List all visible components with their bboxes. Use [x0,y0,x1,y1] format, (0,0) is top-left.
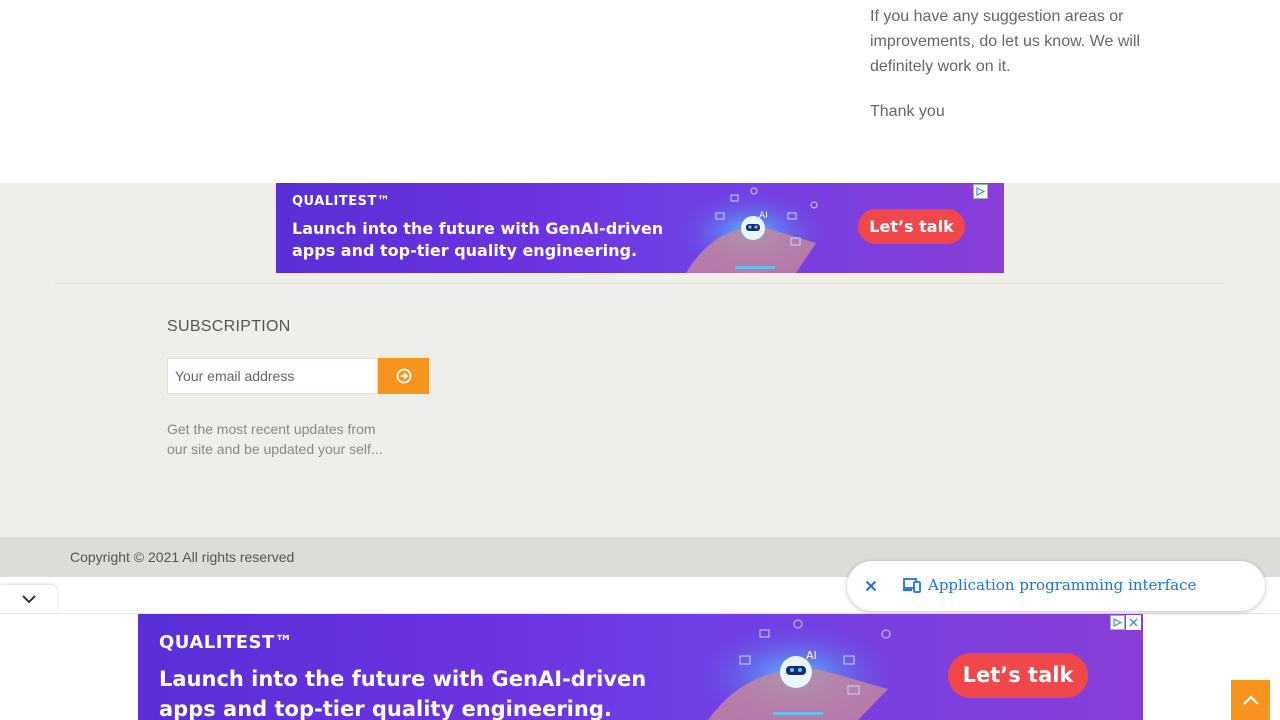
ad-headline-line2: apps and top-tier quality engineering. [292,241,638,260]
svg-text:AI: AI [806,649,817,662]
ad-headline: Launch into the future with GenAI-driven… [292,218,672,262]
ad-headline-line1: Launch into the future with GenAI-driven [159,667,647,691]
api-suggestion-chip[interactable]: Application programming interface [847,561,1265,611]
ad-cta-button[interactable]: Let’s talk [858,209,965,244]
devices-icon [903,578,921,593]
svg-text:AI: AI [759,211,768,221]
ad-banner-top[interactable]: AI QUALITEST™ Launch into the future wit… [276,183,1004,273]
subscribe-button[interactable] [378,358,429,394]
chevron-up-icon [1242,695,1259,705]
ad-headline-line1: Launch into the future with GenAI-driven [292,219,664,238]
ad-brand: QUALITEST™ [159,632,294,653]
ad-choices-icon[interactable] [1110,615,1125,630]
email-input[interactable] [167,358,378,394]
subscription-note: Get the most recent updates from our sit… [167,421,383,457]
article-paragraph: If you have any suggestion areas or impr… [870,8,1141,75]
ad-headline-line2: apps and top-tier quality engineering. [159,697,612,720]
ad-headline: Launch into the future with GenAI-driven… [159,664,719,720]
collapse-ad-button[interactable] [0,585,57,613]
ad-banner-sticky[interactable]: AI QUALITEST™ Launch into the future wit… [138,614,1143,720]
article-paragraph-thanks: Thank you [870,103,945,120]
ad-brand: QUALITEST™ [292,194,391,209]
footer-divider [55,283,1225,284]
copyright-text: Copyright © 2021 All rights reserved [70,549,295,565]
subscription-title: SUBSCRIPTION [167,318,291,335]
ad-close-icon[interactable] [1126,615,1141,630]
article-text: If you have any suggestion areas or impr… [870,4,1170,144]
ad-cta-button[interactable]: Let’s talk [948,653,1088,698]
arrow-circle-right-icon [396,368,411,384]
scroll-to-top-button[interactable] [1231,680,1270,720]
close-icon[interactable] [863,578,879,594]
ad-choices-icon[interactable] [973,184,988,199]
api-suggestion-label[interactable]: Application programming interface [928,576,1196,594]
chevron-down-icon [21,595,36,604]
article-section: If you have any suggestion areas or impr… [0,0,1280,183]
